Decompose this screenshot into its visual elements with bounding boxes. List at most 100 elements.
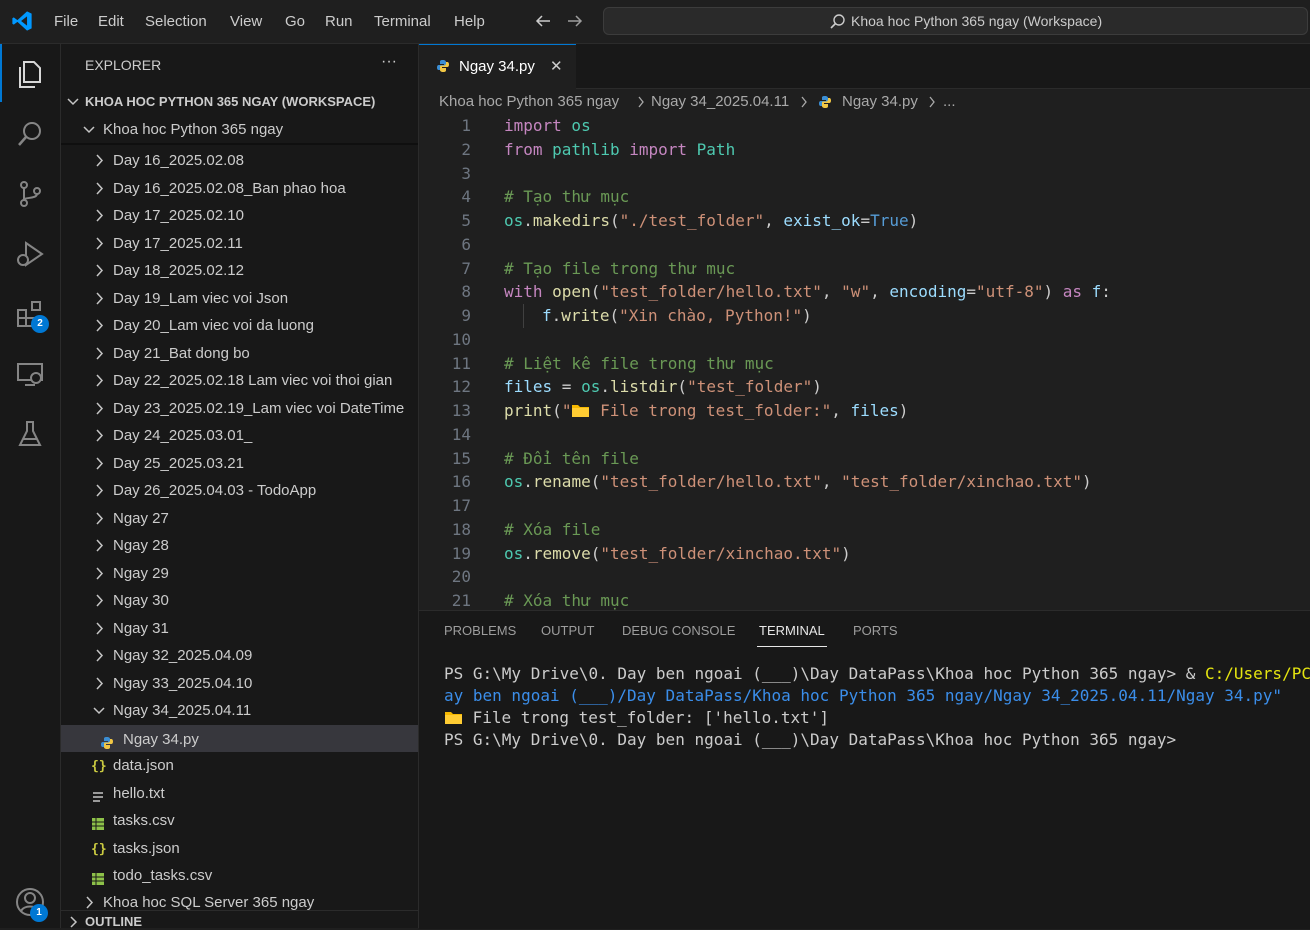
tab-label: Ngay 34.py	[459, 58, 535, 75]
chevron-right-icon	[93, 312, 107, 339]
workspace-title: KHOA HOC PYTHON 365 NGAY (WORKSPACE)	[85, 94, 376, 109]
folder-label: Day 22_2025.02.18 Lam viec voi thoi gian	[113, 372, 393, 389]
outline-header[interactable]: OUTLINE	[61, 912, 418, 928]
explorer-title: EXPLORER	[85, 57, 162, 73]
more-actions-icon[interactable]: ···	[381, 53, 397, 71]
explorer-icon[interactable]	[0, 46, 60, 102]
remote-explorer-icon[interactable]	[0, 346, 60, 402]
menu-help[interactable]: Help	[454, 0, 485, 43]
line-number: 16	[451, 472, 471, 492]
forward-arrow-icon[interactable]	[566, 12, 584, 35]
file-row[interactable]: tasks.csv	[61, 807, 418, 834]
breadcrumb-workspace[interactable]: Khoa hoc Python 365 ngay	[439, 93, 619, 110]
file-row[interactable]: {} tasks.json	[61, 835, 418, 862]
code-line-1: import os	[504, 116, 591, 135]
run-debug-icon[interactable]	[0, 226, 60, 282]
active-file-row[interactable]: Ngay 34.py	[61, 724, 418, 752]
sticky-scroll-shadow	[61, 143, 418, 145]
code-line-4: # Tạo thư mục	[504, 187, 630, 206]
breadcrumb-symbol[interactable]: ...	[943, 93, 956, 110]
line-number: 14	[451, 424, 471, 444]
folder-row[interactable]: Ngay 27	[61, 505, 418, 532]
folder-row[interactable]: Ngay 28	[61, 532, 418, 559]
root-folder-row[interactable]: Khoa hoc Python 365 ngay	[61, 116, 418, 143]
folder-row[interactable]: Day 19_Lam viec voi Json	[61, 285, 418, 312]
testing-icon[interactable]	[0, 406, 60, 462]
json-icon: {}	[91, 841, 107, 857]
tab-ngay-34[interactable]: Ngay 34.py ✕	[419, 44, 576, 89]
title-bar: File Edit Selection View Go Run Terminal…	[0, 0, 1310, 44]
line-number: 8	[461, 282, 471, 302]
menu-file[interactable]: File	[54, 0, 78, 43]
breadcrumb-folder[interactable]: Ngay 34_2025.04.11	[651, 93, 789, 110]
source-control-icon[interactable]	[0, 166, 60, 222]
folder-label: Day 17_2025.02.10	[113, 207, 244, 224]
folder-row[interactable]: Ngay 30	[61, 587, 418, 614]
line-number: 13	[451, 401, 471, 420]
menu-run[interactable]: Run	[325, 0, 353, 43]
folder-row[interactable]: Day 16_2025.02.08	[61, 147, 418, 174]
file-label: data.json	[113, 757, 174, 774]
folder-row[interactable]: Day 23_2025.02.19_Lam viec voi DateTime	[61, 395, 418, 422]
file-row[interactable]: todo_tasks.csv	[61, 862, 418, 889]
search-text: Khoa hoc Python 365 ngay (Workspace)	[851, 13, 1103, 29]
folder-row[interactable]: Day 20_Lam viec voi da luong	[61, 312, 418, 339]
active-file-label: Ngay 34.py	[123, 730, 199, 748]
line-number: 20	[451, 567, 471, 587]
tab-ports[interactable]: PORTS	[853, 623, 898, 638]
code-line-18: # Xóa file	[504, 520, 601, 539]
menu-edit[interactable]: Edit	[98, 0, 124, 43]
file-row[interactable]: hello.txt	[61, 780, 418, 807]
menu-go[interactable]: Go	[285, 0, 305, 43]
code-line-13: print(" File trong test_folder:", files)	[504, 401, 909, 420]
menu-terminal[interactable]: Terminal	[374, 0, 431, 43]
tab-output[interactable]: OUTPUT	[541, 623, 594, 638]
breadcrumb-file[interactable]: Ngay 34.py	[842, 93, 918, 110]
back-arrow-icon[interactable]	[534, 12, 552, 35]
chevron-right-icon	[93, 285, 107, 312]
folder-label: Day 24_2025.03.01_	[113, 427, 253, 444]
folder-row[interactable]: Day 17_2025.02.11	[61, 230, 418, 257]
folder-row[interactable]: Ngay 32_2025.04.09	[61, 642, 418, 669]
folder-row[interactable]: Day 26_2025.04.03 - TodoApp	[61, 477, 418, 504]
file-row[interactable]: {} data.json	[61, 752, 418, 779]
accounts-icon[interactable]	[0, 874, 60, 930]
chevron-down-icon	[83, 116, 97, 143]
code-line-9: f.write("Xin chào, Python!")	[542, 306, 812, 325]
line-number: 2	[461, 139, 471, 159]
folder-emoji-icon	[444, 709, 463, 729]
menu-selection[interactable]: Selection	[145, 0, 207, 43]
folder-row[interactable]: Ngay 33_2025.04.10	[61, 670, 418, 697]
outline-divider	[61, 910, 418, 911]
search-view-icon[interactable]	[0, 106, 60, 162]
tab-debug-console[interactable]: DEBUG CONSOLE	[622, 623, 735, 638]
line-number: 10	[451, 329, 471, 349]
command-center-search[interactable]: Khoa hoc Python 365 ngay (Workspace)	[603, 7, 1308, 35]
tab-terminal[interactable]: TERMINAL	[759, 623, 825, 638]
tab-problems[interactable]: PROBLEMS	[444, 623, 516, 638]
code-line-12: files = os.listdir("test_folder")	[504, 377, 822, 396]
folder-row[interactable]: Day 16_2025.02.08_Ban phao hoa	[61, 175, 418, 202]
workspace-header[interactable]: KHOA HOC PYTHON 365 NGAY (WORKSPACE)	[61, 88, 418, 115]
folder-row[interactable]: Ngay 31	[61, 615, 418, 642]
folder-row[interactable]: Day 24_2025.03.01_	[61, 422, 418, 449]
folder-row[interactable]: Ngay 34_2025.04.11	[61, 697, 418, 724]
close-icon[interactable]: ✕	[550, 57, 563, 75]
folder-row[interactable]: Day 25_2025.03.21	[61, 450, 418, 477]
folder-row[interactable]: Day 22_2025.02.18 Lam viec voi thoi gian	[61, 367, 418, 394]
menu-view[interactable]: View	[230, 0, 262, 43]
line-number: 6	[461, 234, 471, 254]
code-line-2: from pathlib import Path	[504, 140, 736, 159]
chevron-right-icon	[799, 93, 809, 115]
folder-label: Day 25_2025.03.21	[113, 454, 244, 472]
extensions-icon[interactable]	[0, 286, 60, 342]
folder-label: Day 17_2025.02.11	[113, 234, 243, 252]
folder-row[interactable]: Day 18_2025.02.12	[61, 257, 418, 284]
folder-row[interactable]: Ngay 29	[61, 560, 418, 587]
code-editor[interactable]: 1 2 3 4 5 6 7 8 9 10 11 12 13 14 15 16 17 18 19 20 21 import…	[419, 114, 1310, 610]
folder-row[interactable]: Day 17_2025.02.10	[61, 202, 418, 229]
chevron-right-icon	[93, 587, 107, 614]
terminal-output[interactable]: PS G:\My Drive\0. Day ben ngoai (___)\Da…	[444, 663, 1310, 751]
folder-row[interactable]: Day 21_Bat dong bo	[61, 340, 418, 367]
terminal-line-2: ay ben ngoai (___)/Day DataPass/Khoa hoc…	[444, 686, 1283, 705]
